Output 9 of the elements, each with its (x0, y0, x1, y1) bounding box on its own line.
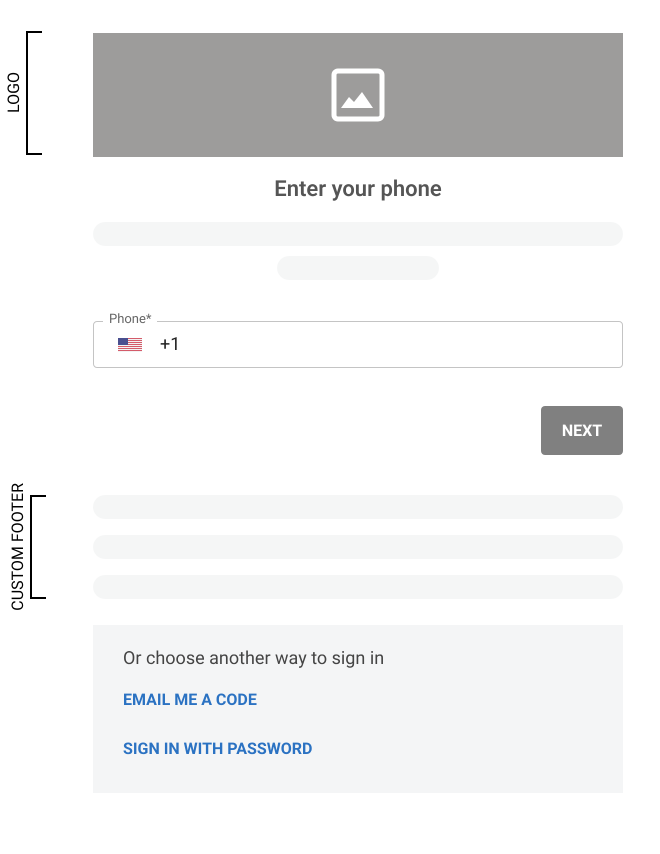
page-title: Enter your phone (274, 176, 442, 204)
flag-icon (118, 338, 142, 352)
annotation-label: CUSTOM FOOTER (10, 483, 26, 611)
annotation-label: LOGO (6, 72, 22, 114)
alternatives-heading: Or choose another way to sign in (123, 647, 384, 671)
alternative-link[interactable]: EMAIL ME A CODE (123, 690, 257, 710)
field-value: +1 (160, 333, 180, 357)
alternative-link[interactable]: SIGN IN WITH PASSWORD (123, 739, 312, 759)
image-icon (331, 68, 385, 122)
